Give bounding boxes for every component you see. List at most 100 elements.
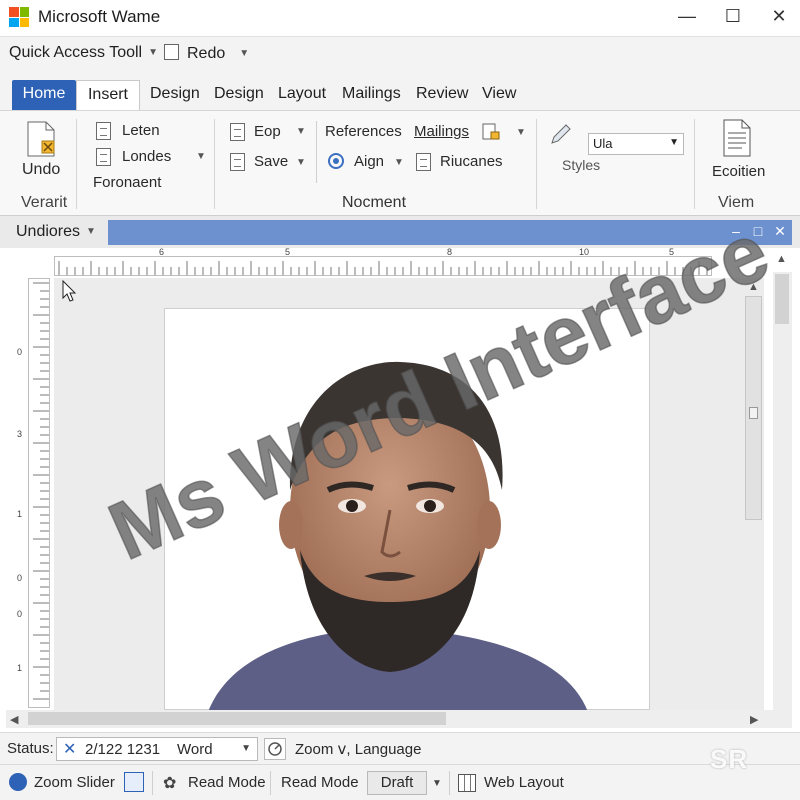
chevron-down-icon: ▼: [669, 137, 679, 148]
status-combo-value: Word: [177, 741, 213, 758]
status-combo[interactable]: ✕ 2/122 1231 Word ▼: [56, 737, 258, 761]
tab-mailings[interactable]: Mailings: [336, 80, 407, 110]
redo-label: Redo: [187, 45, 226, 62]
page-scroll-thumb[interactable]: [749, 407, 758, 419]
lock-doc-icon[interactable]: [482, 123, 500, 141]
page-scrollbar[interactable]: [745, 296, 762, 520]
vertical-scrollbar[interactable]: [773, 272, 792, 712]
maximize-icon[interactable]: ☐: [718, 4, 748, 28]
ribbon-separator: [76, 119, 77, 209]
style-select-value: Ula: [593, 136, 613, 151]
riucanes-icon: [416, 153, 431, 171]
horizontal-ruler[interactable]: 6 5 8 10 5: [54, 247, 712, 276]
web-layout-icon: [458, 774, 476, 792]
tab-home[interactable]: Home: [12, 80, 76, 110]
zoom-language-text: Zoom ⅴ, Language: [295, 741, 422, 758]
tab-design[interactable]: Design: [144, 80, 206, 110]
document-icon[interactable]: [722, 119, 752, 157]
doc-close-icon[interactable]: ✕: [772, 223, 788, 239]
riucanes-button[interactable]: Riucanes: [440, 153, 503, 170]
chevron-down-icon[interactable]: ▼: [196, 151, 206, 162]
tab-view[interactable]: View: [476, 80, 522, 110]
chevron-down-icon: ▼: [239, 48, 250, 59]
chevron-down-icon[interactable]: ▼: [516, 127, 526, 138]
scroll-up-icon[interactable]: ▲: [776, 253, 787, 265]
web-layout-button[interactable]: Web Layout: [484, 774, 564, 791]
document-window-bar: – □ ✕: [108, 220, 792, 245]
ribbon-separator: [694, 119, 695, 209]
ruler-number: 0: [17, 609, 23, 619]
ruler-ticks: [33, 282, 49, 700]
mailings-button[interactable]: Mailings: [414, 123, 469, 140]
ruler-number: 5: [285, 247, 291, 257]
eop-icon: [230, 123, 245, 141]
document-name-label: Undiores: [16, 223, 81, 240]
undo-icon[interactable]: [26, 121, 56, 157]
chevron-down-icon: ▼: [241, 743, 251, 754]
window-title: Microsoft Wame: [38, 7, 161, 26]
ecoitien-button[interactable]: Ecoitien: [712, 163, 765, 180]
ruler-number: 10: [579, 247, 590, 257]
scroll-right-icon[interactable]: ▶: [750, 713, 758, 726]
minimize-icon[interactable]: —: [672, 4, 702, 28]
close-icon[interactable]: ✕: [764, 4, 794, 28]
ruler-number: 5: [669, 247, 675, 257]
close-icon[interactable]: ✕: [63, 739, 76, 759]
foronaent-label: Foronaent: [93, 174, 162, 191]
app-logo-icon: [9, 7, 29, 27]
redo-button[interactable]: Redo ▼: [164, 44, 249, 63]
status-label: Status:: [7, 740, 54, 757]
document-name[interactable]: Undiores ▼: [16, 223, 96, 241]
zoom-icon[interactable]: [264, 738, 286, 760]
save-button[interactable]: Save: [254, 153, 288, 170]
zoom-slider-icon: [9, 773, 27, 791]
eop-button[interactable]: Eop: [254, 123, 281, 140]
ruler-number: 6: [159, 247, 165, 257]
align-icon: [326, 151, 346, 171]
ribbon-separator: [316, 121, 317, 183]
tab-review[interactable]: Review: [410, 80, 474, 110]
doc-minimize-icon[interactable]: –: [728, 223, 744, 239]
chevron-down-icon[interactable]: ▼: [296, 126, 306, 137]
tab-design-2[interactable]: Design: [208, 80, 270, 110]
scroll-left-icon[interactable]: ◀: [10, 713, 18, 726]
person-photo: [208, 361, 588, 712]
chevron-down-icon[interactable]: ▼: [432, 778, 442, 789]
leten-button[interactable]: Leten: [122, 122, 160, 139]
horizontal-scroll-thumb[interactable]: [28, 712, 446, 725]
ribbon-tabs: Home Insert Design Design Layout Mailing…: [0, 68, 800, 110]
vertical-scroll-thumb[interactable]: [775, 274, 789, 324]
draft-button[interactable]: Draft: [367, 771, 427, 795]
ruler-number: 0: [17, 347, 23, 357]
status-bar: Status: ✕ 2/122 1231 Word ▼ Zoom ⅴ, Lang…: [0, 732, 800, 764]
references-button[interactable]: References: [325, 123, 402, 140]
doc-restore-icon[interactable]: □: [750, 223, 766, 239]
read-mode-icon: ✿: [163, 775, 177, 792]
tab-layout[interactable]: Layout: [272, 80, 332, 110]
chevron-down-icon: ▼: [148, 47, 158, 58]
draft-label: Draft: [380, 774, 414, 791]
ribbon-group-label: Verarit: [21, 194, 68, 211]
style-select[interactable]: Ula ▼: [588, 133, 684, 155]
pen-icon[interactable]: [548, 121, 574, 147]
page-scroll-up-icon[interactable]: ▲: [748, 281, 759, 293]
horizontal-scrollbar[interactable]: [6, 710, 792, 728]
londes-icon: [96, 148, 111, 166]
tab-insert[interactable]: Insert: [76, 80, 140, 110]
read-mode-button-2[interactable]: Read Mode: [281, 774, 359, 791]
zoom-slider-button[interactable]: Zoom Slider: [34, 774, 115, 791]
read-mode-button[interactable]: Read Mode: [188, 774, 266, 791]
ruler-number: 0: [17, 573, 23, 583]
quick-access-label: Quick Access Tooll: [9, 44, 143, 61]
quick-access-menu[interactable]: Quick Access Tooll ▼: [9, 44, 158, 62]
align-button[interactable]: Aign: [354, 153, 384, 170]
cursor-icon: [62, 280, 77, 302]
londes-button[interactable]: Londes: [122, 148, 171, 165]
chevron-down-icon[interactable]: ▼: [296, 157, 306, 168]
chevron-down-icon[interactable]: ▼: [394, 157, 404, 168]
page-view-icon[interactable]: [124, 772, 144, 792]
ruler-number: 1: [17, 509, 23, 519]
undo-button[interactable]: Undo: [22, 161, 60, 179]
vertical-ruler[interactable]: 0 3 1 0 0 1: [17, 278, 50, 708]
title-bar: Microsoft Wame — ☐ ✕: [0, 0, 800, 33]
